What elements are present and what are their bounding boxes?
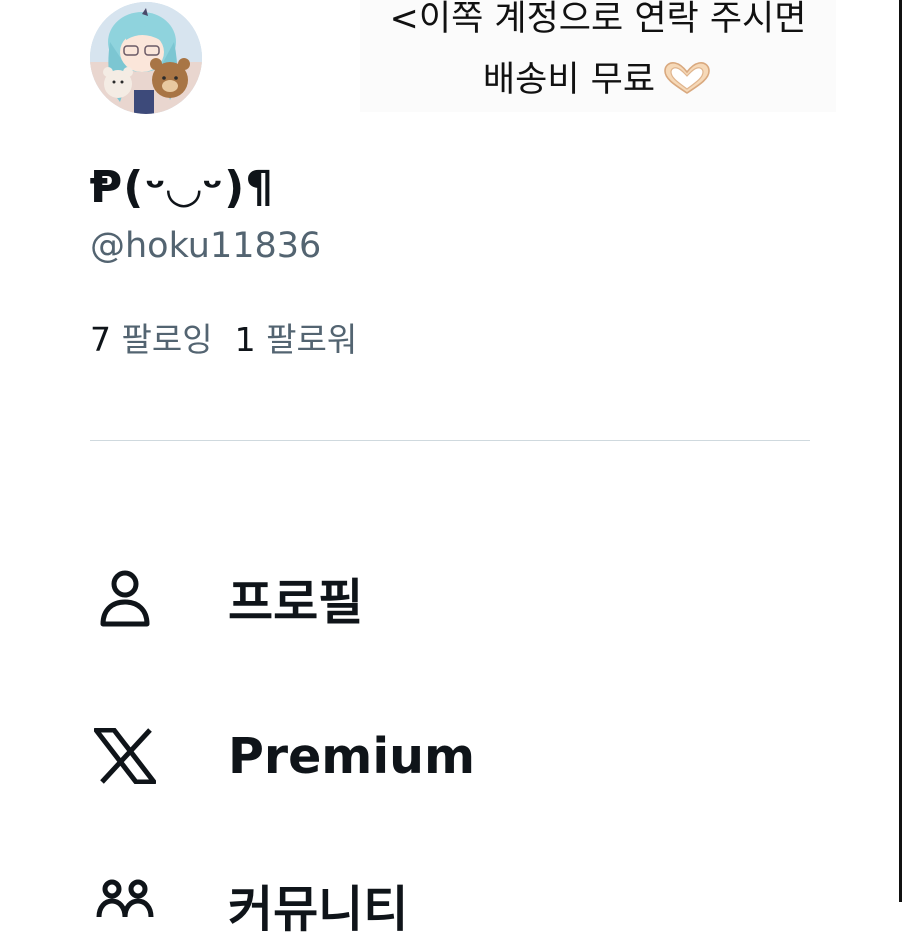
- anime-avatar-image: [90, 2, 202, 114]
- followers-count: 1: [234, 320, 256, 359]
- user-handle: @hoku11836: [90, 226, 322, 266]
- caption-line-2-text: 배송비 무료: [482, 60, 656, 100]
- menu-item-profile[interactable]: 프로필: [90, 553, 363, 643]
- followers-link[interactable]: 1 팔로워: [235, 313, 358, 361]
- following-label: 팔로잉: [121, 320, 213, 359]
- overlay-caption: <이쪽 계정으로 연락 주시면 배송비 무료: [360, 0, 836, 112]
- divider: [90, 440, 810, 441]
- following-count: 7: [90, 320, 111, 359]
- menu-item-premium[interactable]: Premium: [90, 711, 475, 801]
- community-icon: [90, 870, 160, 940]
- display-name: Ᵽ(ᵕ◡ᵕ)¶: [90, 162, 275, 213]
- followers-label: 팔로워: [266, 320, 358, 359]
- caption-line-2: 배송비 무료: [360, 61, 836, 102]
- person-icon: [90, 563, 160, 633]
- caption-line-1: <이쪽 계정으로 연락 주시면: [389, 0, 807, 39]
- x-logo-icon: [90, 721, 160, 791]
- menu-label-premium: Premium: [228, 727, 476, 785]
- following-link[interactable]: 7 팔로잉: [90, 313, 213, 361]
- menu-label-community: 커뮤니티: [228, 880, 409, 938]
- menu-label-profile: 프로필: [228, 573, 364, 631]
- heart-hands-icon: [661, 61, 713, 102]
- follow-stats: 7 팔로잉 1 팔로워: [90, 313, 357, 361]
- avatar[interactable]: [90, 2, 202, 114]
- menu-item-community[interactable]: 커뮤니티: [90, 860, 408, 950]
